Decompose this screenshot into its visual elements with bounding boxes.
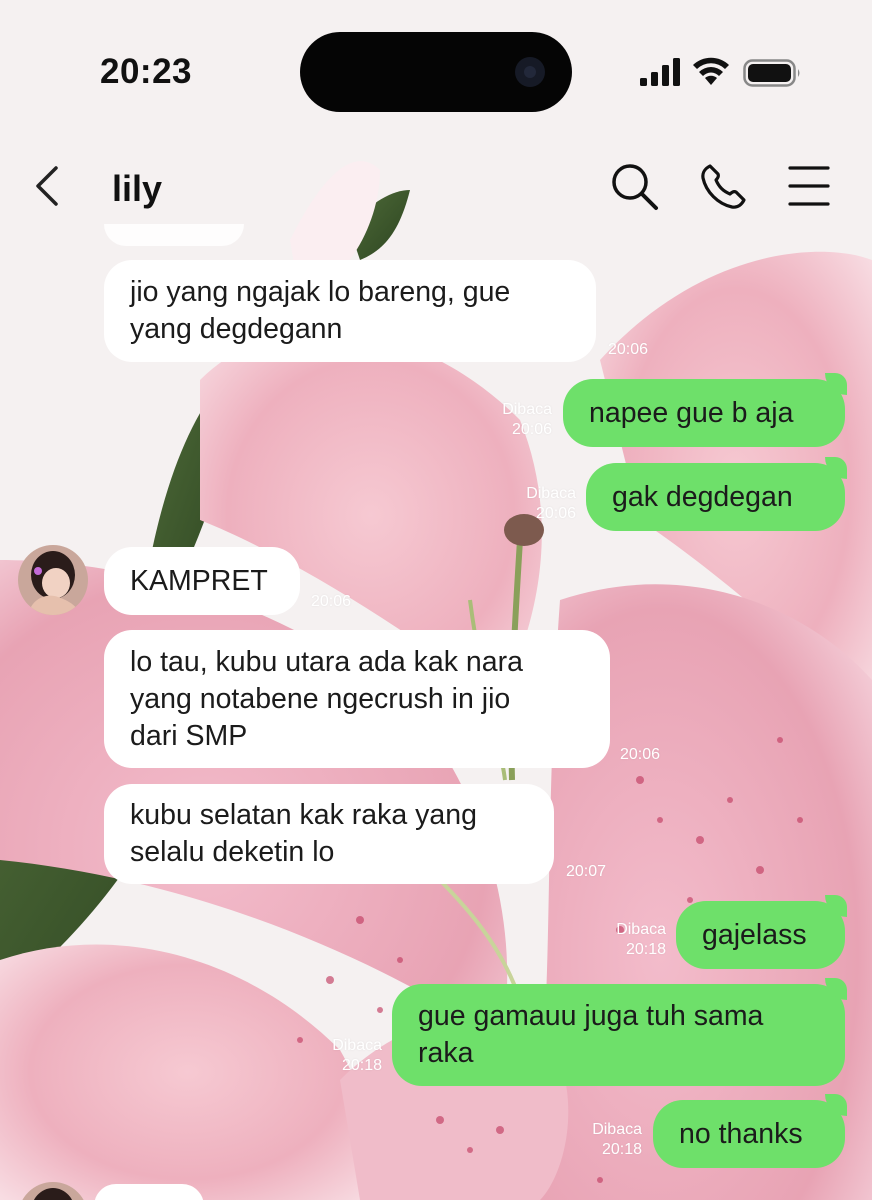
call-button[interactable] [696, 160, 750, 214]
incoming-message[interactable]: lo tau, kubu utara ada kak nara yang not… [104, 630, 610, 768]
avatar[interactable] [18, 545, 88, 615]
status-bar: 20:23 [0, 0, 872, 120]
back-icon [36, 166, 58, 206]
message-bubble-partial [94, 1184, 204, 1200]
message-status: Dibaca 20:18 [616, 921, 666, 958]
message-text: no thanks [679, 1117, 803, 1150]
menu-icon [788, 166, 830, 206]
message-text: gak degdegan [612, 480, 793, 513]
battery-icon [743, 59, 800, 87]
outgoing-message[interactable]: gak degdegan [586, 457, 847, 531]
menu-button[interactable] [784, 162, 834, 212]
status-icons [640, 56, 810, 90]
message-bubble-partial [104, 224, 244, 246]
message-text: gajelass [702, 918, 807, 951]
message-time: 20:06 [608, 341, 649, 358]
phone-icon [701, 164, 746, 209]
message-time: 20:07 [566, 863, 607, 880]
message-text: lo tau, kubu utara ada kak nara yang not… [130, 645, 523, 752]
status-time: 20:23 [100, 52, 193, 91]
cellular-signal-icon [640, 58, 680, 86]
message-status: Dibaca 20:06 [502, 401, 552, 438]
incoming-message[interactable]: jio yang ngajak lo bareng, gue yang degd… [104, 260, 596, 362]
incoming-message[interactable]: KAMPRET [104, 547, 300, 615]
message-text: kubu selatan kak raka yang selalu deketi… [130, 799, 477, 868]
outgoing-message[interactable]: gajelass [676, 895, 847, 969]
message-text: KAMPRET [130, 564, 268, 597]
chat-header: lily [0, 150, 872, 230]
message-text: jio yang ngajak lo bareng, gue yang degd… [130, 276, 511, 345]
outgoing-message[interactable]: napee gue b aja [563, 373, 847, 447]
outgoing-message[interactable]: no thanks [653, 1094, 847, 1168]
message-text: napee gue b aja [589, 396, 794, 429]
message-status: Dibaca 20:18 [592, 1121, 642, 1158]
message-text: gue gamauu juga tuh sama raka [418, 1000, 764, 1069]
back-button[interactable] [26, 162, 70, 210]
message-time: 20:06 [620, 746, 661, 763]
message-status: Dibaca 20:06 [526, 485, 576, 522]
message-status: Dibaca 20:18 [332, 1037, 382, 1074]
search-button[interactable] [608, 160, 662, 214]
incoming-message[interactable]: kubu selatan kak raka yang selalu deketi… [104, 784, 554, 884]
front-camera-icon [515, 57, 545, 87]
search-icon [612, 164, 658, 210]
dynamic-island [300, 32, 572, 112]
chat-title[interactable]: lily [112, 168, 162, 210]
message-time: 20:06 [311, 593, 352, 610]
outgoing-message[interactable]: gue gamauu juga tuh sama raka [392, 978, 847, 1086]
wifi-icon [693, 57, 729, 85]
